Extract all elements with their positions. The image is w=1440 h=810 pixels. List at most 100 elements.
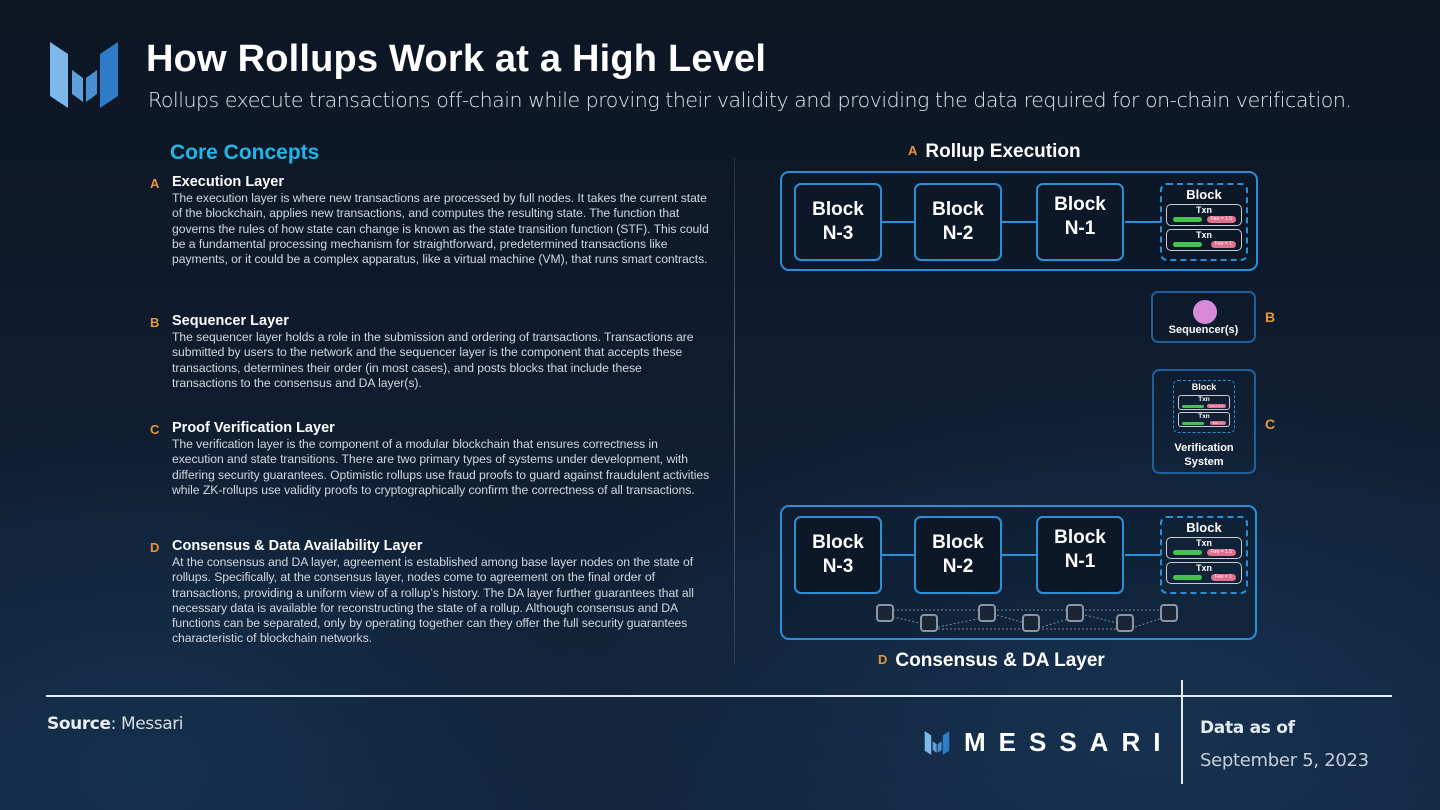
txn-item: Txn Fee = 1.5 — [1178, 395, 1230, 410]
section-title-text: Consensus & DA Layer — [895, 650, 1105, 671]
concept-heading: Execution Layer — [172, 174, 285, 190]
fee-badge: Fee = 1.5 — [1206, 549, 1236, 556]
fee-badge: Fee = 1 — [1210, 241, 1236, 248]
chain-connector — [1002, 221, 1038, 223]
block-label: Block — [932, 199, 984, 220]
verification-label: Verification System — [1154, 441, 1254, 469]
txn-item: Txn Fee = 1 — [1166, 562, 1242, 584]
txn-label: Txn — [1195, 538, 1212, 548]
source-label: Source — [47, 714, 111, 734]
concept-heading: Consensus & Data Availability Layer — [172, 538, 423, 554]
chain-connector — [1125, 554, 1161, 556]
verification-system-box: Block Txn Fee = 1.5 Txn Fee = 1 Verifica… — [1152, 369, 1256, 474]
core-concepts-title: Core Concepts — [170, 141, 320, 164]
concept-proof-verification-layer: C Proof Verification Layer The verificat… — [150, 420, 710, 498]
pending-block-title: Block — [1186, 187, 1222, 202]
da-node — [920, 614, 938, 632]
footer-divider — [46, 695, 1392, 697]
block-label: Block — [812, 199, 864, 220]
da-node — [1116, 614, 1134, 632]
block-number: N-2 — [942, 556, 974, 577]
concept-letter: C — [150, 422, 160, 437]
messari-brand: MESSARI — [924, 727, 1173, 758]
fee-badge: Fee = 1 — [1209, 421, 1226, 425]
brand-wordmark: MESSARI — [964, 727, 1174, 757]
concept-body: The sequencer layer holds a role in the … — [172, 330, 694, 390]
txn-bar — [1173, 217, 1202, 222]
da-node-network — [860, 597, 1190, 642]
section-letter: D — [878, 652, 888, 667]
block-n-2: Block N-2 — [914, 183, 1002, 261]
fee-badge: Fee = 1.5 — [1206, 216, 1236, 223]
txn-bar — [1182, 405, 1204, 408]
concept-execution-layer: A Execution Layer The execution layer is… — [150, 174, 710, 267]
da-node — [1022, 614, 1040, 632]
da-node — [876, 604, 894, 622]
chain-connector — [1002, 554, 1038, 556]
block-n-1: Block N-1 — [1036, 516, 1124, 594]
data-as-of-label: Data as of — [1200, 718, 1295, 738]
data-date: September 5, 2023 — [1200, 750, 1369, 771]
chain-connector — [1125, 221, 1161, 223]
mini-block-title: Block — [1191, 382, 1217, 392]
txn-item: Txn Fee = 1 — [1178, 412, 1230, 427]
column-divider — [734, 158, 735, 664]
concept-sequencer-layer: B Sequencer Layer The sequencer layer ho… — [150, 313, 710, 391]
block-label: Block — [932, 532, 984, 553]
concept-consensus-da-layer: D Consensus & Data Availability Layer At… — [150, 538, 710, 647]
concept-body: The verification layer is the component … — [172, 437, 710, 497]
txn-item: Txn Fee = 1.5 — [1166, 537, 1242, 559]
txn-label: Txn — [1198, 396, 1210, 403]
block-label: Block — [1054, 194, 1106, 215]
section-letter: A — [908, 143, 918, 158]
block-number: N-2 — [942, 223, 974, 244]
concept-letter: B — [150, 315, 160, 330]
txn-label: Txn — [1195, 230, 1212, 240]
concept-body: The execution layer is where new transac… — [172, 191, 709, 267]
page-subtitle: Rollups execute transactions off-chain w… — [148, 88, 1352, 112]
pending-block-title: Block — [1186, 520, 1222, 535]
sequencer-dot-icon — [1193, 300, 1217, 324]
source-value: : Messari — [110, 714, 184, 734]
verification-mini-block: Block Txn Fee = 1.5 Txn Fee = 1 — [1173, 380, 1235, 433]
sequencer-box: Sequencer(s) — [1151, 291, 1256, 343]
verification-letter: C — [1265, 416, 1276, 432]
messari-logo-icon — [924, 730, 950, 755]
messari-logo-icon — [50, 42, 118, 108]
block-number: N-1 — [1064, 551, 1096, 572]
chain-connector — [882, 554, 918, 556]
verification-label-line2: System — [1184, 456, 1224, 468]
concept-heading: Proof Verification Layer — [172, 420, 335, 436]
txn-bar — [1173, 550, 1202, 555]
concept-heading: Sequencer Layer — [172, 313, 289, 329]
verification-label-line1: Verification — [1174, 442, 1234, 454]
concept-letter: A — [150, 176, 160, 191]
page-title: How Rollups Work at a High Level — [146, 38, 767, 80]
pending-block: Block Txn Fee = 1.5 Txn Fee = 1 — [1160, 516, 1248, 594]
block-number: N-3 — [822, 223, 854, 244]
sequencer-letter: B — [1265, 309, 1276, 325]
block-number: N-1 — [1064, 218, 1096, 239]
txn-bar — [1173, 242, 1202, 247]
footer-vertical-divider — [1181, 680, 1183, 784]
sequencer-label: Sequencer(s) — [1168, 324, 1239, 336]
consensus-da-title: D Consensus & DA Layer — [878, 650, 1105, 672]
block-n-3: Block N-3 — [794, 516, 882, 594]
block-label: Block — [1054, 527, 1106, 548]
section-title-text: Rollup Execution — [925, 141, 1081, 162]
txn-label: Txn — [1195, 563, 1212, 573]
txn-label: Txn — [1195, 205, 1212, 215]
da-node — [1066, 604, 1084, 622]
fee-badge: Fee = 1 — [1210, 574, 1236, 581]
block-n-1: Block N-1 — [1036, 183, 1124, 261]
da-node — [978, 604, 996, 622]
concept-letter: D — [150, 540, 160, 555]
source-note: Source: Messari — [47, 714, 184, 734]
rollup-execution-title: A Rollup Execution — [908, 141, 1081, 163]
concept-body: At the consensus and DA layer, agreement… — [172, 555, 694, 646]
txn-label: Txn — [1198, 413, 1210, 420]
rollup-execution-panel: Block N-3 Block N-2 Block N-1 Block Txn … — [780, 171, 1258, 271]
block-label: Block — [812, 532, 864, 553]
block-n-3: Block N-3 — [794, 183, 882, 261]
txn-item: Txn Fee = 1 — [1166, 229, 1242, 251]
